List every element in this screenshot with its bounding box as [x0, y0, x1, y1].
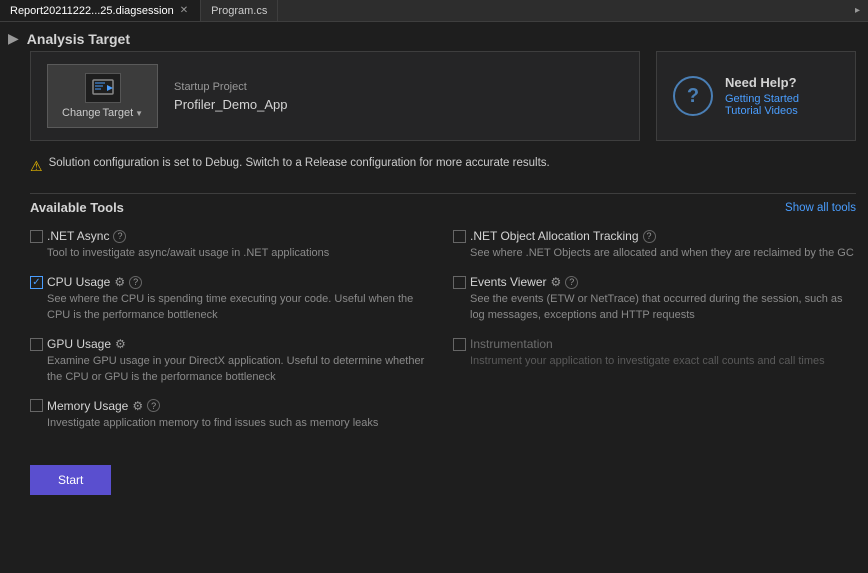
target-left: Change Target ▼ Startup Project Profiler… — [47, 64, 288, 128]
tool-name-instrumentation: Instrumentation — [470, 337, 553, 351]
tool-checkbox-dotnet-async[interactable] — [30, 230, 43, 243]
tool-info-icon-dotnet-object-allocation[interactable]: ? — [643, 230, 656, 243]
warning-banner: ⚠ Solution configuration is set to Debug… — [30, 153, 856, 179]
tool-info-icon-cpu-usage[interactable]: ? — [129, 276, 142, 289]
tool-info-icon-memory-usage[interactable]: ? — [147, 399, 160, 412]
change-target-btn-label: Change Target ▼ — [62, 107, 143, 119]
tab-program-cs-label: Program.cs — [211, 5, 267, 17]
tab-bar: Report20211222...25.diagsession ✕ Progra… — [0, 0, 278, 21]
startup-project-label: Startup Project — [174, 81, 287, 93]
startup-project-name: Profiler_Demo_App — [174, 97, 287, 112]
tool-header-memory-usage: Memory Usage ⚙? — [30, 399, 433, 413]
startup-project-info: Startup Project Profiler_Demo_App — [174, 81, 287, 112]
tool-name-events-viewer: Events Viewer — [470, 275, 546, 289]
show-all-tools-link[interactable]: Show all tools — [785, 202, 856, 214]
tab-program-cs[interactable]: Program.cs — [201, 0, 278, 21]
tool-info-icon-dotnet-async[interactable]: ? — [113, 230, 126, 243]
title-bar-right: ▸ — [851, 3, 868, 18]
target-svg-icon — [91, 78, 115, 98]
section-title: Analysis Target — [27, 31, 130, 47]
help-title: Need Help? — [725, 75, 799, 90]
tool-description-events-viewer: See the events (ETW or NetTrace) that oc… — [470, 292, 856, 323]
scroll-right-arrow[interactable]: ▸ — [851, 3, 864, 18]
tool-header-gpu-usage: GPU Usage ⚙ — [30, 337, 433, 351]
tools-section: Available Tools Show all tools .NET Asyn… — [30, 200, 856, 445]
tool-item-instrumentation: Instrumentation Instrument your applicati… — [453, 337, 856, 385]
tool-info-icon-events-viewer[interactable]: ? — [565, 276, 578, 289]
tool-gear-icon-gpu-usage[interactable]: ⚙ — [115, 337, 126, 351]
warning-icon: ⚠ — [30, 158, 43, 175]
getting-started-link[interactable]: Getting Started — [725, 93, 799, 105]
tool-description-memory-usage: Investigate application memory to find i… — [47, 416, 433, 431]
tool-item-dotnet-async: .NET Async? Tool to investigate async/awa… — [30, 229, 433, 261]
tools-title: Available Tools — [30, 200, 124, 215]
tool-description-dotnet-object-allocation: See where .NET Objects are allocated and… — [470, 246, 856, 261]
tool-description-cpu-usage: See where the CPU is spending time execu… — [47, 292, 433, 323]
section-header-row: ▶ Analysis Target — [0, 22, 868, 51]
change-target-icon-group: Change Target ▼ — [62, 73, 143, 119]
tool-header-dotnet-async: .NET Async? — [30, 229, 433, 243]
tool-gear-icon-memory-usage[interactable]: ⚙ — [132, 399, 143, 413]
warning-text: Solution configuration is set to Debug. … — [49, 157, 550, 169]
tool-item-dotnet-object-allocation: .NET Object Allocation Tracking? See wher… — [453, 229, 856, 261]
tab-diagsession-label: Report20211222...25.diagsession — [10, 5, 174, 17]
tool-header-cpu-usage: CPU Usage ⚙? — [30, 275, 433, 289]
tool-description-gpu-usage: Examine GPU usage in your DirectX applic… — [47, 354, 433, 385]
tool-checkbox-dotnet-object-allocation[interactable] — [453, 230, 466, 243]
title-bar: Report20211222...25.diagsession ✕ Progra… — [0, 0, 868, 22]
tool-checkbox-gpu-usage[interactable] — [30, 338, 43, 351]
tool-header-instrumentation: Instrumentation — [453, 337, 856, 351]
tab-diagsession[interactable]: Report20211222...25.diagsession ✕ — [0, 0, 201, 21]
tutorial-videos-link[interactable]: Tutorial Videos — [725, 105, 799, 117]
tool-name-memory-usage: Memory Usage — [47, 399, 128, 413]
tools-grid: .NET Async? Tool to investigate async/awa… — [30, 229, 856, 445]
tool-description-dotnet-async: Tool to investigate async/await usage in… — [47, 246, 433, 261]
tool-checkbox-cpu-usage[interactable] — [30, 276, 43, 289]
main-content: ▶ Analysis Target — [0, 22, 868, 573]
tool-header-events-viewer: Events Viewer ⚙? — [453, 275, 856, 289]
target-icon — [85, 73, 121, 103]
tool-name-cpu-usage: CPU Usage — [47, 275, 110, 289]
tab-diagsession-close[interactable]: ✕ — [178, 5, 190, 16]
tool-name-dotnet-async: .NET Async — [47, 229, 109, 243]
tool-item-memory-usage: Memory Usage ⚙? Investigate application me… — [30, 399, 433, 431]
tool-item-cpu-usage: CPU Usage ⚙? See where the CPU is spending… — [30, 275, 433, 323]
tool-item-events-viewer: Events Viewer ⚙? See the events (ETW or Ne… — [453, 275, 856, 323]
tool-name-dotnet-object-allocation: .NET Object Allocation Tracking — [470, 229, 639, 243]
dropdown-arrow-icon: ▼ — [135, 109, 143, 118]
start-button[interactable]: Start — [30, 465, 111, 495]
tool-item-gpu-usage: GPU Usage ⚙ Examine GPU usage in your Dire… — [30, 337, 433, 385]
tool-gear-icon-events-viewer[interactable]: ⚙ — [550, 275, 561, 289]
tool-checkbox-instrumentation[interactable] — [453, 338, 466, 351]
analysis-target-box: Change Target ▼ Startup Project Profiler… — [30, 51, 640, 141]
change-target-button[interactable]: Change Target ▼ — [47, 64, 158, 128]
nav-arrow-icon[interactable]: ▶ — [8, 30, 19, 47]
need-help-box: ? Need Help? Getting Started Tutorial Vi… — [656, 51, 856, 141]
tool-checkbox-memory-usage[interactable] — [30, 399, 43, 412]
tool-description-instrumentation: Instrument your application to investiga… — [470, 354, 856, 369]
divider — [30, 193, 856, 194]
help-icon: ? — [673, 76, 713, 116]
tools-header: Available Tools Show all tools — [30, 200, 856, 219]
tool-name-gpu-usage: GPU Usage — [47, 337, 111, 351]
help-text: Need Help? Getting Started Tutorial Vide… — [725, 75, 799, 117]
tool-gear-icon-cpu-usage[interactable]: ⚙ — [114, 275, 125, 289]
tool-checkbox-events-viewer[interactable] — [453, 276, 466, 289]
tool-header-dotnet-object-allocation: .NET Object Allocation Tracking? — [453, 229, 856, 243]
start-section: Start — [0, 453, 868, 507]
